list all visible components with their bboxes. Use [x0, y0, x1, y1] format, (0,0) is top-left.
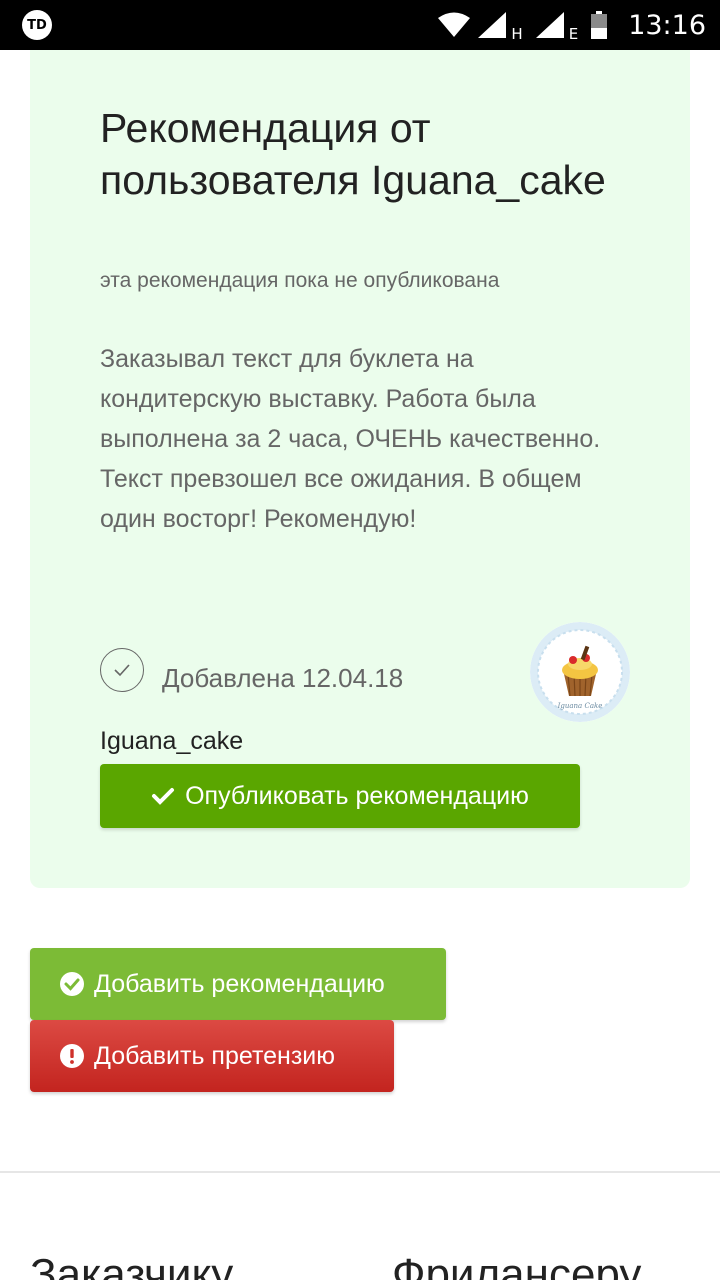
signal-icon — [478, 12, 507, 38]
add-recommendation-button[interactable]: Добавить рекомендацию — [30, 948, 446, 1020]
recommendation-title: Рекомендация от пользователя Iguana_cake — [100, 105, 606, 203]
unpublished-note: эта рекомендация пока не опубликована — [100, 269, 500, 292]
status-bar: TD H E 13:16 — [0, 0, 720, 50]
recommendation-card: Рекомендация от пользователя Iguana_cake… — [30, 50, 690, 888]
footer-heading-customer: Заказчику — [30, 1250, 234, 1280]
publish-recommendation-button[interactable]: Опубликовать рекомендацию — [100, 764, 580, 828]
author-name[interactable]: Iguana_cake — [100, 727, 243, 756]
add-claim-button[interactable]: Добавить претензию — [30, 1020, 394, 1092]
td-app-icon: TD — [22, 10, 52, 40]
avatar-caption: Iguana Cake — [557, 702, 603, 710]
network-type-label: H — [511, 25, 523, 43]
recommendation-text: Заказывал текст для буклета на кондитерс… — [100, 345, 601, 533]
publish-recommendation-label: Опубликовать рекомендацию — [185, 781, 529, 810]
signal-icon — [535, 12, 564, 38]
check-circle-icon — [60, 972, 84, 996]
added-date: Добавлена 12.04.18 — [162, 663, 404, 693]
checkmark-circle-icon — [100, 648, 144, 692]
exclamation-circle-icon — [60, 1044, 84, 1068]
checkmark-icon — [152, 788, 175, 805]
status-icons: H E 13:16 — [437, 0, 706, 50]
wifi-icon — [438, 12, 471, 37]
footer-heading-freelancer: Фрилансеру — [392, 1250, 642, 1280]
add-recommendation-label: Добавить рекомендацию — [94, 969, 385, 998]
avatar[interactable]: Iguana Cake — [530, 622, 630, 722]
network-type-label: E — [568, 25, 579, 43]
add-claim-label: Добавить претензию — [94, 1041, 336, 1070]
footer-divider — [0, 1171, 720, 1173]
battery-icon — [591, 11, 608, 39]
clock: 13:16 — [628, 9, 706, 41]
